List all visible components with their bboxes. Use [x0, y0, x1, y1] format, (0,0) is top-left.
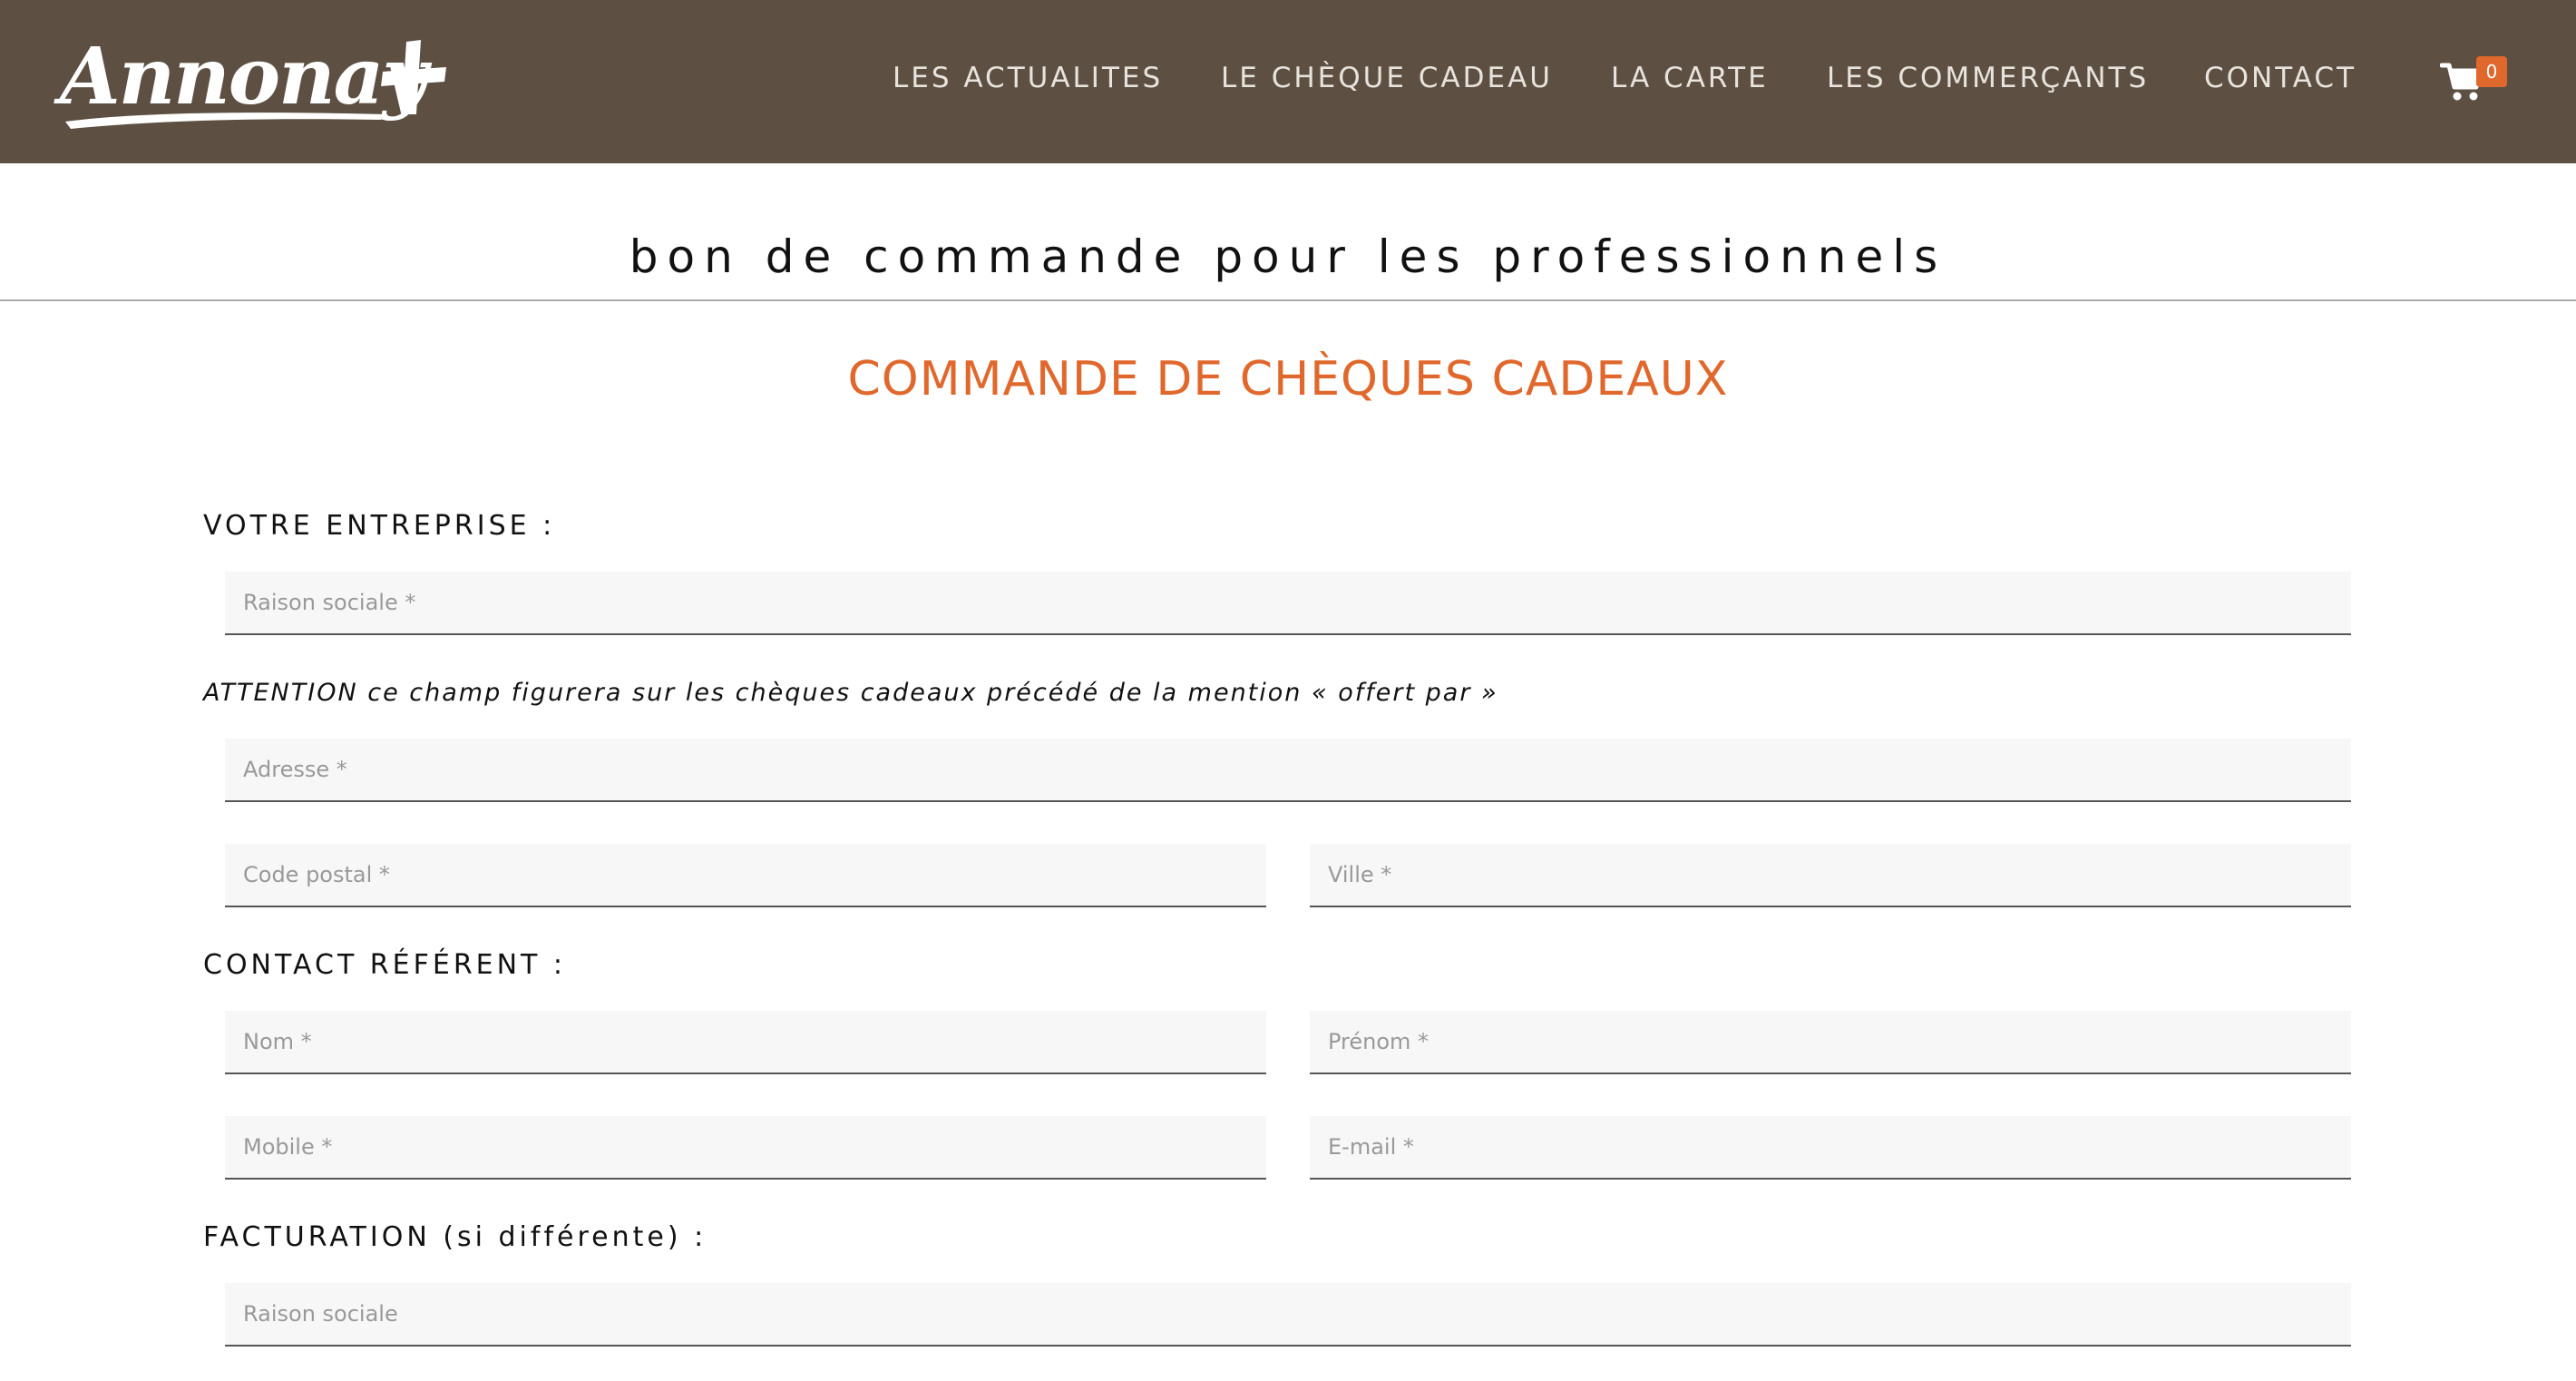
page-title: bon de commande pour les professionnels [629, 230, 1947, 283]
billing-section-label: FACTURATION (si différente) : [203, 1221, 707, 1253]
mobile-field[interactable] [225, 1116, 1266, 1180]
nav-le-cheque-cadeau[interactable]: LE CHÈQUE CADEAU [1221, 62, 1553, 94]
first-name-field[interactable] [1310, 1011, 2351, 1074]
nav-contact[interactable]: CONTACT [2204, 62, 2356, 94]
title-divider [0, 299, 2576, 301]
attention-note: ATTENTION ce champ figurera sur les chèq… [203, 679, 1498, 707]
order-heading: COMMANDE DE CHÈQUES CADEAUX [847, 352, 1729, 406]
company-section-label: VOTRE ENTREPRISE : [203, 510, 556, 542]
address-field[interactable] [225, 739, 2351, 802]
logo-swoosh-icon [65, 113, 386, 129]
postal-code-field[interactable] [225, 844, 1266, 907]
contact-section-label: CONTACT RÉFÉRENT : [203, 949, 567, 981]
company-name-field[interactable] [225, 572, 2351, 635]
city-field[interactable] [1310, 844, 2351, 907]
nav-les-commercants[interactable]: LES COMMERÇANTS [1827, 62, 2149, 94]
nav-la-carte[interactable]: LA CARTE [1611, 62, 1769, 94]
email-field[interactable] [1310, 1116, 2351, 1180]
site-header: Annonay LES ACTUALITES LE CHÈQUE CADEAU … [0, 0, 2576, 163]
annonay-logo[interactable]: Annonay [60, 31, 459, 136]
cart-count-badge: 0 [2476, 56, 2507, 87]
last-name-field[interactable] [225, 1011, 1266, 1074]
nav-les-actualites[interactable]: LES ACTUALITES [893, 62, 1163, 94]
billing-company-name-field[interactable] [225, 1283, 2351, 1347]
